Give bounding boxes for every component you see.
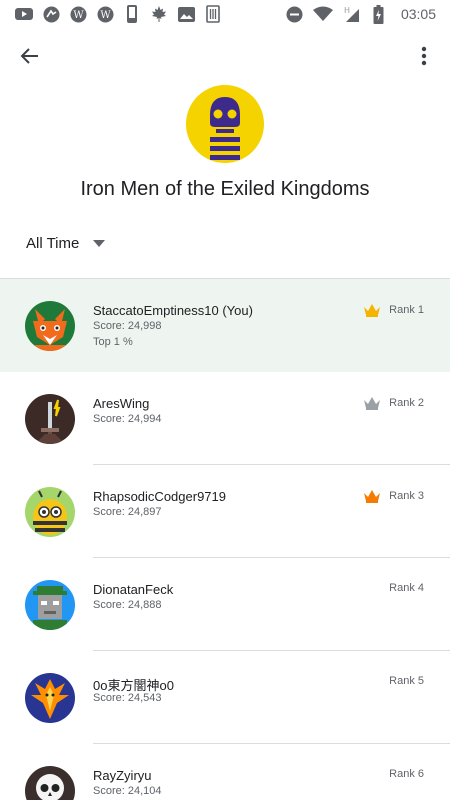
- player-row-2[interactable]: AresWing Score: 24,994 Rank 2: [0, 372, 450, 465]
- rank-label: Rank 6: [389, 768, 424, 780]
- player-name: DionatanFeck: [93, 582, 174, 597]
- player-name: StaccatoEmptiness10 (You): [93, 303, 253, 318]
- rank-indicator: Rank 5: [389, 675, 424, 687]
- crown-gold-icon: [364, 304, 381, 317]
- h-signal-icon: H: [341, 4, 361, 24]
- sword-avatar: [25, 394, 75, 444]
- player-row-5[interactable]: 0o東方闇神o0 Score: 24,543 Rank 5: [0, 651, 450, 744]
- more-options-button[interactable]: [408, 40, 440, 72]
- player-row-4[interactable]: DionatanFeck Score: 24,888 Rank 4: [0, 558, 450, 651]
- fox-avatar: [25, 301, 75, 351]
- maple-leaf-icon: [149, 4, 169, 24]
- phone-icon: [122, 4, 142, 24]
- arrow-back-icon: [20, 48, 38, 64]
- phoenix-avatar: [25, 673, 75, 723]
- player-score: Score: 24,994: [93, 413, 162, 425]
- player-row-6[interactable]: RayZyiryu Score: 24,104 Rank 6: [0, 744, 450, 800]
- player-score: Score: 24,104: [93, 785, 162, 797]
- rank-indicator: Rank 6: [389, 768, 424, 780]
- leaderboard-icon: [186, 85, 264, 163]
- skull-avatar: [25, 766, 75, 800]
- rank-label: Rank 4: [389, 582, 424, 594]
- player-row-1[interactable]: StaccatoEmptiness10 (You) Score: 24,998 …: [0, 279, 450, 372]
- leaderboard-title: Iron Men of the Exiled Kingdoms: [80, 178, 370, 200]
- player-name: AresWing: [93, 396, 150, 411]
- wp-icon: W: [68, 4, 88, 24]
- player-name: RhapsodicCodger9719: [93, 489, 226, 504]
- battery-charging-icon: [369, 4, 389, 24]
- wp-icon: W: [95, 4, 115, 24]
- clock: 03:05: [400, 6, 436, 22]
- rank-label: Rank 2: [389, 397, 424, 409]
- status-bar: W W H 03:05: [0, 0, 450, 28]
- player-score: Score: 24,543: [93, 692, 162, 704]
- system-icons: H 03:05: [285, 4, 436, 24]
- player-score: Score: 24,888: [93, 599, 162, 611]
- crown-bronze-icon: [364, 490, 381, 503]
- svg-text:W: W: [73, 10, 84, 21]
- rank-indicator: Rank 1: [363, 303, 424, 317]
- rank-label: Rank 5: [389, 675, 424, 687]
- time-filter-label: All Time: [26, 234, 80, 252]
- more-vert-icon: [421, 46, 427, 66]
- time-filter-dropdown[interactable]: All Time: [26, 232, 106, 254]
- youtube-icon: [14, 4, 34, 24]
- leaderboard-list: StaccatoEmptiness10 (You) Score: 24,998 …: [0, 279, 450, 800]
- svg-text:W: W: [100, 10, 111, 21]
- rank-indicator: Rank 4: [389, 582, 424, 594]
- player-percentile: Top 1 %: [93, 336, 133, 348]
- dropdown-arrow-icon: [93, 239, 106, 247]
- bee-avatar: [25, 487, 75, 537]
- rank-label: Rank 3: [389, 490, 424, 502]
- notification-icons: W W: [14, 4, 223, 24]
- player-score: Score: 24,897: [93, 506, 162, 518]
- skull-icon: [210, 97, 240, 160]
- back-button[interactable]: [14, 40, 46, 72]
- player-score: Score: 24,998: [93, 320, 162, 332]
- trash-icon: [203, 4, 223, 24]
- app-circle-icon: [41, 4, 61, 24]
- app-bar: [0, 30, 450, 82]
- image-icon: [176, 4, 196, 24]
- rank-indicator: Rank 3: [363, 489, 424, 503]
- player-row-3[interactable]: RhapsodicCodger9719 Score: 24,897 Rank 3: [0, 465, 450, 558]
- robot-avatar: [25, 580, 75, 630]
- svg-text:H: H: [344, 6, 350, 15]
- rank-label: Rank 1: [389, 304, 424, 316]
- rank-indicator: Rank 2: [363, 396, 424, 410]
- player-name: RayZyiryu: [93, 768, 152, 783]
- wifi-icon: [312, 4, 333, 24]
- dnd-icon: [285, 4, 305, 24]
- crown-silver-icon: [364, 397, 381, 410]
